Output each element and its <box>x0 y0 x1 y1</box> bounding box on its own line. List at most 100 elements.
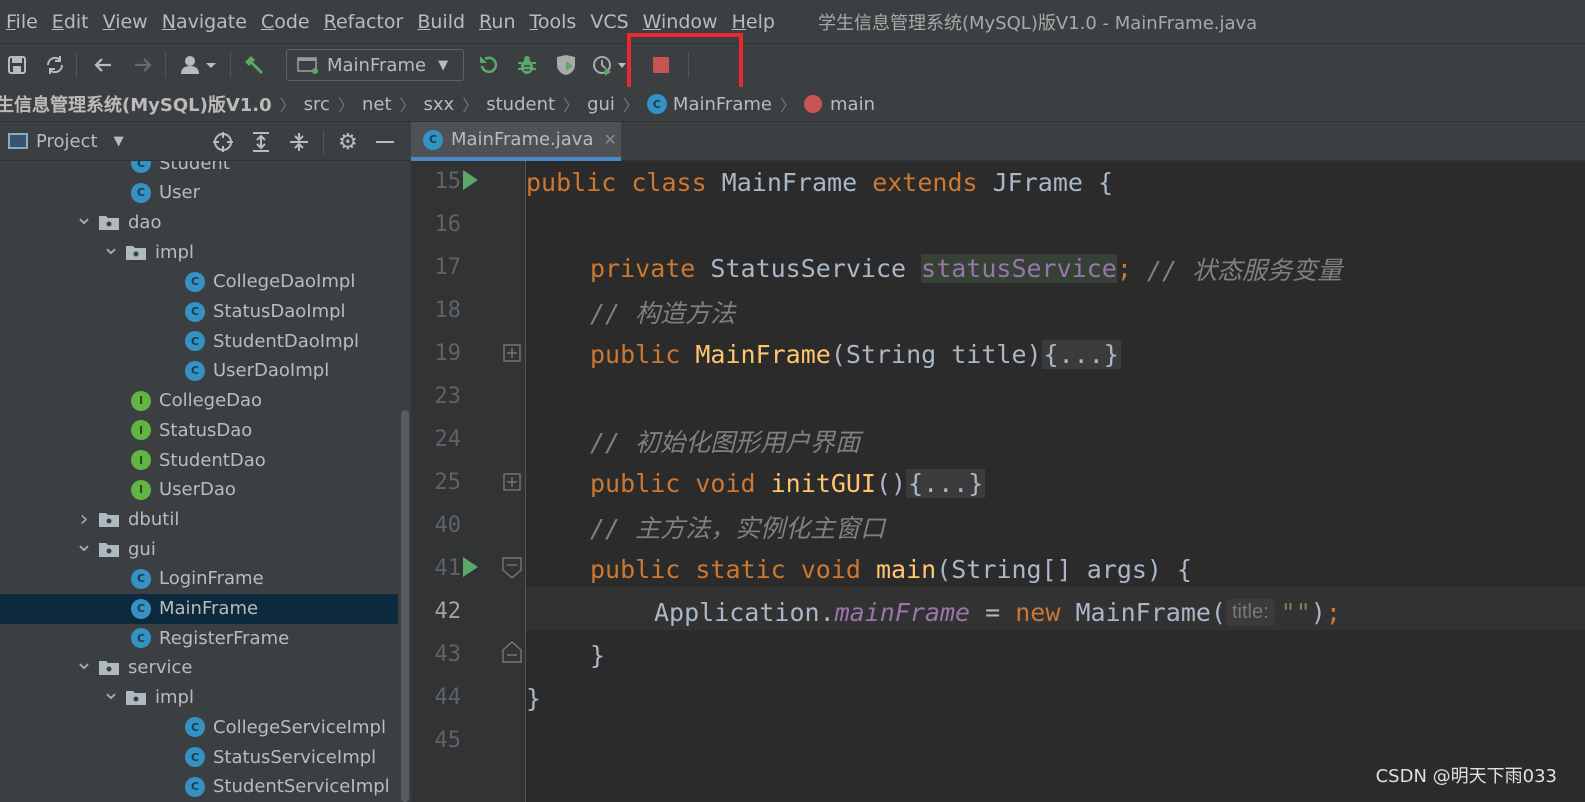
menu-item-edit[interactable]: Edit <box>52 11 89 33</box>
interface-icon: I <box>131 390 151 411</box>
run-config-label: MainFrame <box>327 54 427 76</box>
breadcrumb-mainframe[interactable]: C MainFrame <box>646 93 772 115</box>
menu-item-build[interactable]: Build <box>417 11 465 33</box>
run-gutter-icon[interactable] <box>461 556 479 582</box>
line-number: 15 <box>434 169 462 194</box>
chevron-right-icon[interactable]: › <box>76 507 92 532</box>
tree-scrollbar-thumb[interactable] <box>401 410 409 802</box>
chevron-down-icon[interactable]: ▼ <box>114 134 124 149</box>
menu-item-window[interactable]: Window <box>643 11 718 33</box>
tree-item-userdao[interactable]: I UserDao <box>0 475 398 505</box>
tree-item-studentserviceimpl[interactable]: C StudentServiceImpl <box>0 772 398 802</box>
menu-item-vcs[interactable]: VCS <box>590 11 628 33</box>
interface-icon: I <box>131 420 151 441</box>
project-panel-header: Project ▼ ⚙ <box>0 122 411 161</box>
tree-item-dbutil[interactable]: › dbutil <box>0 504 398 534</box>
rerun-icon[interactable] <box>476 50 502 80</box>
close-icon[interactable]: ✕ <box>604 130 617 149</box>
tree-item-dao[interactable]: ⌄ dao <box>0 205 398 237</box>
code-line-17: private StatusService statusService; // … <box>590 254 1343 285</box>
breadcrumb-main[interactable]: main <box>804 94 875 115</box>
tree-item-studentdao[interactable]: I StudentDao <box>0 445 398 475</box>
tab-mainframe-java[interactable]: C MainFrame.java ✕ <box>411 122 621 161</box>
tree-item-studentdaoimpl[interactable]: C StudentDaoImpl <box>0 326 398 356</box>
chevron-down-icon[interactable]: ⌄ <box>75 532 93 557</box>
folded-code[interactable]: {...} <box>1041 340 1121 369</box>
gear-icon[interactable]: ⚙ <box>338 130 358 155</box>
chevron-down-icon[interactable]: ⌄ <box>75 205 93 230</box>
fold-expand-icon[interactable] <box>503 473 521 495</box>
tree-item-label: StudentDao <box>159 449 266 471</box>
back-icon[interactable] <box>90 50 116 80</box>
build-hammer-icon[interactable] <box>241 50 267 80</box>
project-title[interactable]: Project <box>36 131 98 152</box>
tree-item-collegedaoimpl[interactable]: C CollegeDaoImpl <box>0 267 398 297</box>
collapse-all-icon[interactable] <box>288 131 310 158</box>
breadcrumb-sxx[interactable]: sxx <box>424 94 455 115</box>
class-icon: C <box>185 360 205 381</box>
tree-item-userdaoimpl[interactable]: C UserDaoImpl <box>0 356 398 386</box>
breadcrumb-project[interactable]: 生信息管理系统(MySQL)版V1.0 <box>0 91 272 117</box>
breadcrumb-net[interactable]: net <box>362 94 392 115</box>
menu-item-refactor[interactable]: Refactor <box>324 11 404 33</box>
breadcrumb-mainframe-label: MainFrame <box>672 93 772 115</box>
code-editor[interactable]: public class MainFrame extends JFrame { … <box>526 161 1585 802</box>
profile-icon[interactable] <box>590 50 630 80</box>
code-line-41: public static void main (String[] args) { <box>590 555 1193 584</box>
tree-item-label: service <box>128 657 193 679</box>
save-icon[interactable] <box>4 50 30 80</box>
class-icon: C <box>185 331 205 352</box>
minimize-icon[interactable] <box>376 141 394 143</box>
tree-item-mainframe[interactable]: C MainFrame <box>0 593 398 624</box>
tree-item-label: RegisterFrame <box>159 627 290 649</box>
menu-item-run[interactable]: Run <box>479 11 515 33</box>
tree-item-collegeserviceimpl[interactable]: C CollegeServiceImpl <box>0 712 398 742</box>
breadcrumb-separator: 〉 <box>462 96 479 115</box>
class-icon: C <box>131 628 151 649</box>
menu-item-help[interactable]: Help <box>732 11 775 33</box>
tree-item-statusdaoimpl[interactable]: C StatusDaoImpl <box>0 297 398 327</box>
editor-tab-bar: C MainFrame.java ✕ <box>411 122 1585 161</box>
fold-end-icon[interactable] <box>502 641 522 667</box>
chevron-down-icon[interactable]: ⌄ <box>102 235 120 260</box>
tree-item-statusserviceimpl[interactable]: C StatusServiceImpl <box>0 742 398 772</box>
tree-item-label: dao <box>128 211 162 233</box>
menu-item-file[interactable]: File <box>6 11 38 33</box>
user-icon[interactable] <box>178 50 222 80</box>
chevron-down-icon[interactable]: ⌄ <box>75 650 93 675</box>
run-config-select[interactable]: MainFrame ▼ <box>286 49 464 81</box>
menu-item-tools[interactable]: Tools <box>530 11 577 33</box>
tree-item-impl[interactable]: ⌄ impl <box>0 680 398 713</box>
breadcrumb-src[interactable]: src <box>304 94 330 115</box>
breadcrumb-separator: 〉 <box>622 96 639 115</box>
chevron-down-icon: ▼ <box>438 57 449 73</box>
tree-item-registerframe[interactable]: C RegisterFrame <box>0 623 398 653</box>
menu-item-view[interactable]: View <box>103 11 148 33</box>
menu-item-navigate[interactable]: Navigate <box>162 11 247 33</box>
tree-item-statusdao[interactable]: I StatusDao <box>0 415 398 445</box>
debug-icon[interactable] <box>514 50 540 80</box>
tree-item-service[interactable]: ⌄ service <box>0 650 398 683</box>
coverage-icon[interactable] <box>553 50 579 80</box>
chevron-down-icon[interactable]: ⌄ <box>102 680 120 705</box>
tree-item-label: CollegeDaoImpl <box>213 271 356 293</box>
tree-item-loginframe[interactable]: C LoginFrame <box>0 564 398 594</box>
tree-item-user[interactable]: C User <box>0 178 398 208</box>
tree-item-gui[interactable]: ⌄ gui <box>0 532 398 564</box>
fold-expand-icon[interactable] <box>503 344 521 366</box>
tree-item-label: StudentDaoImpl <box>213 330 360 352</box>
run-gutter-icon[interactable] <box>461 169 479 195</box>
breadcrumb-student[interactable]: student <box>486 94 555 115</box>
sync-icon[interactable] <box>42 50 68 80</box>
tree-item-collegedao[interactable]: I CollegeDao <box>0 386 398 416</box>
tree-item-student[interactable]: C Student <box>0 161 398 178</box>
folder-icon <box>98 659 120 676</box>
breadcrumb-gui[interactable]: gui <box>587 94 615 115</box>
forward-icon[interactable] <box>130 50 156 80</box>
expand-all-icon[interactable] <box>250 131 272 158</box>
folded-code[interactable]: {...} <box>906 469 986 498</box>
fold-collapse-icon[interactable] <box>502 557 522 583</box>
locate-icon[interactable] <box>212 131 234 158</box>
tree-item-impl[interactable]: ⌄ impl <box>0 235 398 267</box>
menu-item-code[interactable]: Code <box>261 11 310 33</box>
